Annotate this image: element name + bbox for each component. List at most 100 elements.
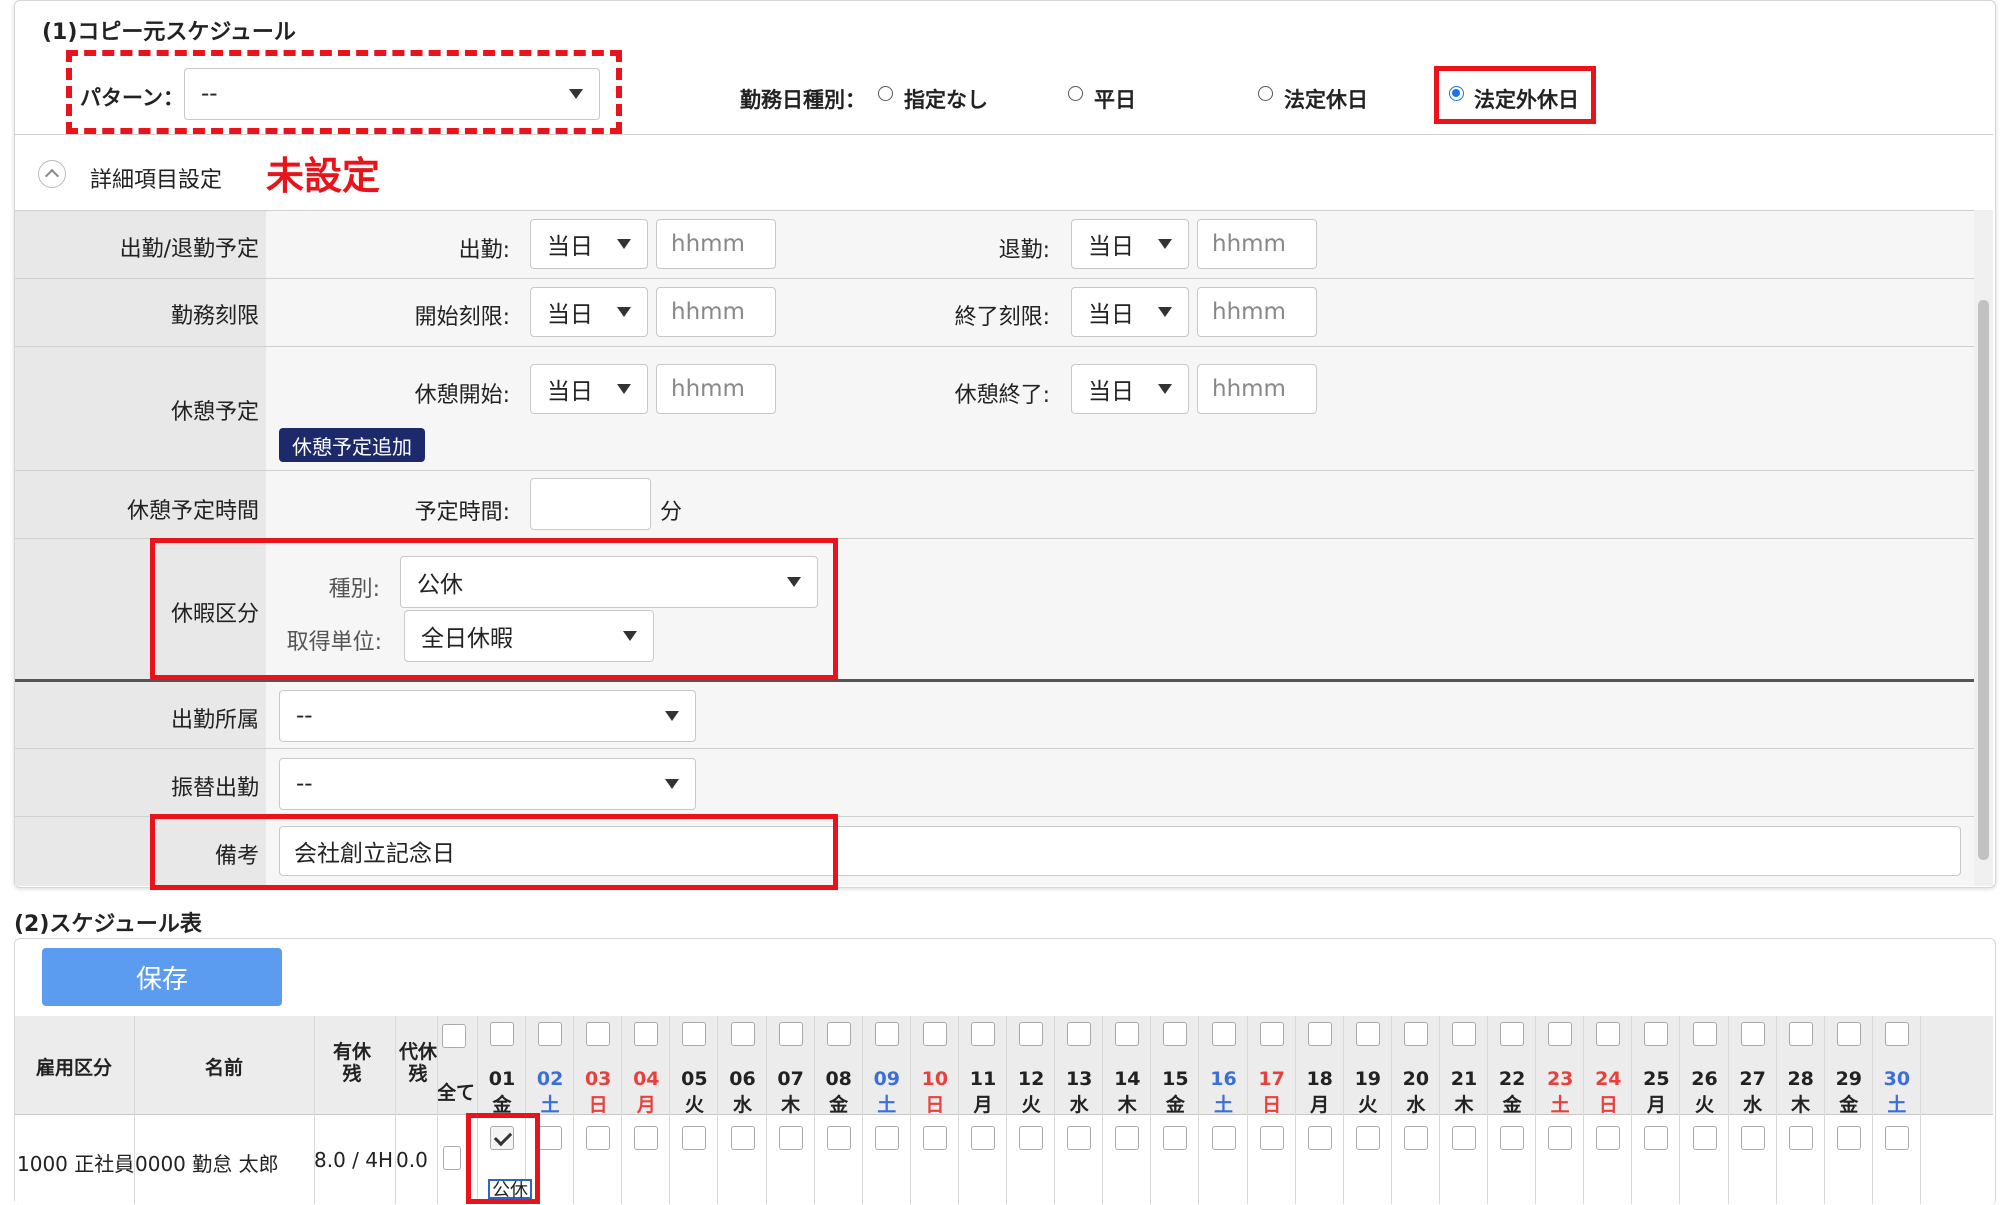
day-cell-checkbox[interactable] bbox=[1163, 1126, 1188, 1150]
day-weekday: 日 bbox=[1262, 1094, 1282, 1116]
day-header-checkbox[interactable] bbox=[1644, 1022, 1669, 1046]
clock-in-time-input[interactable]: hhmm bbox=[656, 219, 776, 269]
form-scrollbar[interactable] bbox=[1974, 210, 1993, 886]
day-header-checkbox[interactable] bbox=[1548, 1022, 1573, 1046]
planned-time-input[interactable] bbox=[530, 478, 651, 530]
day-column-24: 24 日 bbox=[1584, 1016, 1633, 1204]
break-start-day-select[interactable]: 当日 bbox=[530, 364, 648, 414]
break-start-time-input[interactable]: hhmm bbox=[656, 364, 776, 414]
day-header-checkbox[interactable] bbox=[1452, 1022, 1476, 1046]
break-end-time-input[interactable]: hhmm bbox=[1197, 364, 1317, 414]
day-header-checkbox[interactable] bbox=[1788, 1022, 1813, 1046]
radio-legal-holiday[interactable] bbox=[1258, 86, 1273, 101]
break-end-day-select[interactable]: 当日 bbox=[1071, 364, 1189, 414]
collapse-toggle-icon[interactable] bbox=[38, 160, 66, 188]
day-column-15: 15 金 bbox=[1151, 1016, 1200, 1204]
day-cell-checkbox[interactable] bbox=[1403, 1126, 1428, 1150]
day-header-checkbox[interactable] bbox=[1884, 1022, 1909, 1046]
day-cell-checkbox[interactable] bbox=[826, 1126, 851, 1150]
clock-in-day-select[interactable]: 当日 bbox=[530, 219, 648, 269]
day-header-checkbox[interactable] bbox=[1836, 1022, 1861, 1046]
day-cell-checkbox[interactable] bbox=[922, 1126, 947, 1150]
day-header-checkbox[interactable] bbox=[826, 1022, 851, 1046]
day-header-checkbox[interactable] bbox=[634, 1022, 659, 1046]
day-cell-checkbox[interactable] bbox=[1115, 1126, 1140, 1150]
day-cell-checkbox[interactable] bbox=[730, 1126, 755, 1150]
save-button[interactable]: 保存 bbox=[42, 948, 282, 1006]
day-cell-checkbox[interactable] bbox=[1884, 1126, 1909, 1150]
day-cell-checkbox[interactable] bbox=[1307, 1126, 1332, 1150]
day-cell-checkbox[interactable] bbox=[778, 1126, 803, 1150]
day-header-checkbox[interactable] bbox=[1211, 1022, 1236, 1046]
day-header-checkbox[interactable] bbox=[538, 1022, 563, 1046]
dept-row-label: 出勤所属 bbox=[170, 708, 259, 733]
day-cell-checkbox[interactable] bbox=[1836, 1126, 1861, 1150]
day-header-checkbox[interactable] bbox=[1596, 1022, 1621, 1046]
day-header-checkbox[interactable] bbox=[1115, 1022, 1140, 1046]
day-header-checkbox[interactable] bbox=[971, 1022, 995, 1046]
day-cell-checkbox[interactable] bbox=[586, 1126, 611, 1150]
break-start-day: 当日 bbox=[547, 379, 593, 405]
day-cell-checkbox[interactable] bbox=[1596, 1126, 1621, 1150]
day-number: 17 bbox=[1258, 1068, 1285, 1090]
day-header-checkbox[interactable] bbox=[1019, 1022, 1044, 1046]
day-column-25: 25 月 bbox=[1632, 1016, 1681, 1204]
day-cell-checkbox[interactable] bbox=[1259, 1126, 1284, 1150]
section2-title: (2)スケジュール表 bbox=[14, 912, 202, 937]
note-annotation-frame bbox=[150, 814, 838, 890]
day-header-checkbox[interactable] bbox=[1259, 1022, 1284, 1046]
col-sep bbox=[395, 1016, 396, 1204]
day-header-checkbox[interactable] bbox=[1500, 1022, 1525, 1046]
clock-out-day-select[interactable]: 当日 bbox=[1071, 219, 1189, 269]
dept-select[interactable]: -- bbox=[279, 690, 696, 742]
day-cell-checkbox[interactable] bbox=[971, 1126, 995, 1150]
day-header-checkbox[interactable] bbox=[1740, 1022, 1765, 1046]
radio-none[interactable] bbox=[878, 86, 893, 101]
day-header-checkbox[interactable] bbox=[1163, 1022, 1188, 1046]
day-header-checkbox[interactable] bbox=[1307, 1022, 1332, 1046]
substitute-select[interactable]: -- bbox=[279, 758, 696, 810]
day-cell-checkbox[interactable] bbox=[1452, 1126, 1476, 1150]
radio-weekday[interactable] bbox=[1068, 86, 1083, 101]
day-cell-checkbox[interactable] bbox=[1740, 1126, 1765, 1150]
day-cell-checkbox[interactable] bbox=[1692, 1126, 1717, 1150]
add-break-button[interactable]: 休憩予定追加 bbox=[279, 428, 425, 462]
day-weekday: 月 bbox=[973, 1094, 993, 1116]
day-cell-checkbox[interactable] bbox=[1067, 1126, 1092, 1150]
day-cell-checkbox[interactable] bbox=[1548, 1126, 1573, 1150]
clock-out-label: 退勤: bbox=[998, 238, 1050, 263]
select-all-checkbox[interactable] bbox=[442, 1024, 466, 1048]
day01-annotation-frame bbox=[466, 1113, 540, 1204]
day-cell-checkbox[interactable] bbox=[874, 1126, 899, 1150]
day-header-checkbox[interactable] bbox=[922, 1022, 947, 1046]
limit-end-time-input[interactable]: hhmm bbox=[1197, 287, 1317, 337]
day-cell-checkbox[interactable] bbox=[1211, 1126, 1236, 1150]
day-header-checkbox[interactable] bbox=[490, 1022, 514, 1046]
day-header-checkbox[interactable] bbox=[874, 1022, 899, 1046]
limit-end-day-select[interactable]: 当日 bbox=[1071, 287, 1189, 337]
clock-out-time-input[interactable]: hhmm bbox=[1197, 219, 1317, 269]
day-header-checkbox[interactable] bbox=[730, 1022, 755, 1046]
row-select-checkbox[interactable] bbox=[443, 1146, 461, 1170]
day-header-checkbox[interactable] bbox=[586, 1022, 611, 1046]
day-header-checkbox[interactable] bbox=[1067, 1022, 1092, 1046]
day-header-checkbox[interactable] bbox=[1403, 1022, 1428, 1046]
day-header-checkbox[interactable] bbox=[1355, 1022, 1380, 1046]
day-cell-checkbox[interactable] bbox=[634, 1126, 659, 1150]
day-cell-checkbox[interactable] bbox=[538, 1126, 563, 1150]
break-end-label: 休憩終了: bbox=[954, 383, 1050, 408]
limit-start-time-input[interactable]: hhmm bbox=[656, 287, 776, 337]
day-header-checkbox[interactable] bbox=[682, 1022, 707, 1046]
day-cell-checkbox[interactable] bbox=[1019, 1126, 1044, 1150]
day-header-checkbox[interactable] bbox=[1692, 1022, 1717, 1046]
day-header-checkbox[interactable] bbox=[778, 1022, 803, 1046]
day-cell-checkbox[interactable] bbox=[682, 1126, 707, 1150]
limit-start-day-select[interactable]: 当日 bbox=[530, 287, 648, 337]
radio-non-legal-holiday[interactable] bbox=[1449, 86, 1464, 101]
day-cell-checkbox[interactable] bbox=[1355, 1126, 1380, 1150]
detail-settings-toggle[interactable]: 詳細項目設定 bbox=[90, 162, 222, 194]
day-cell-checkbox[interactable] bbox=[1788, 1126, 1813, 1150]
day-cell-checkbox[interactable] bbox=[1500, 1126, 1525, 1150]
day-cell-checkbox[interactable] bbox=[1644, 1126, 1669, 1150]
pattern-select[interactable]: -- bbox=[184, 68, 600, 120]
